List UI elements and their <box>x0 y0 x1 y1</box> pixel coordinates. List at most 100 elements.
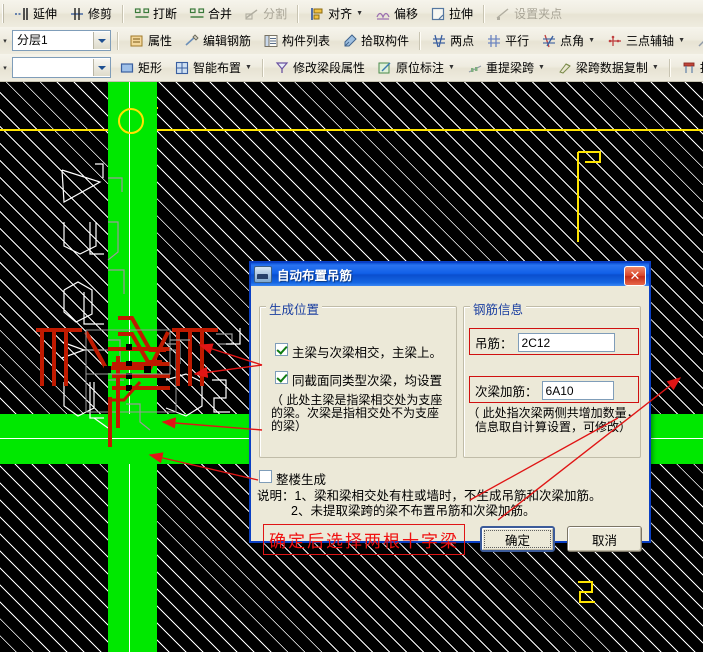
toolbar-button-two-point-label: 两点 <box>450 32 474 49</box>
edit-rebar-icon <box>184 33 200 49</box>
toolbar-button-copy-span-data-label: 梁跨数据复制 <box>576 59 648 76</box>
chevron-down-icon[interactable] <box>93 32 110 49</box>
toolbar-button-batch-identify-support[interactable]: 批量识别梁支座 <box>676 56 703 79</box>
checkbox-same-section-row[interactable]: 同截面同类型次梁，均设置 <box>275 370 442 389</box>
toolbar-button-trim[interactable]: 修剪 <box>64 2 117 25</box>
pick-component-icon <box>342 33 358 49</box>
toolbar-row-beam: ▾ 矩形 智能布置 ▼ 修改梁段属性 <box>0 54 703 82</box>
split-icon <box>244 6 260 22</box>
toolbar-separator <box>483 5 485 23</box>
toolbar-button-parallel[interactable]: 平行 <box>481 29 534 52</box>
toolbar-button-point-angle[interactable]: 点角 ▼ <box>536 29 600 52</box>
chevron-down-icon[interactable]: ▼ <box>652 64 659 71</box>
chevron-down-icon[interactable]: ▼ <box>448 64 455 71</box>
field-hanging-rebar-input[interactable] <box>518 333 615 352</box>
overflow-arrow-icon[interactable]: ▾ <box>0 64 10 72</box>
toolbar-button-split-label: 分割 <box>263 5 287 22</box>
toolbar-button-component-list[interactable]: 构件列表 <box>258 29 335 52</box>
toolbar-button-pick-component-label: 拾取构件 <box>361 32 409 49</box>
delete-axis-icon <box>697 33 703 49</box>
toolbar-button-in-situ-annotation-label: 原位标注 <box>396 59 444 76</box>
field-secondary-rebar-label: 次梁加筋： <box>475 381 538 400</box>
overflow-arrow-icon[interactable]: ▾ <box>0 37 10 45</box>
toolbar-button-edit-rebar-label: 编辑钢筋 <box>203 32 251 49</box>
toolbar-button-break-label: 打断 <box>153 5 177 22</box>
re-extract-span-icon <box>467 60 483 76</box>
batch-identify-support-icon <box>681 60 697 76</box>
toolbar-button-set-grip[interactable]: 设置夹点 <box>490 2 567 25</box>
field-secondary-rebar-input[interactable] <box>542 381 614 400</box>
toolbar-separator <box>262 59 264 77</box>
offset-icon <box>375 6 391 22</box>
merge-icon <box>189 6 205 22</box>
annotation-callout: 确定后选择两根十字梁 <box>263 524 465 555</box>
toolbar-button-stretch-label: 拉伸 <box>449 5 473 22</box>
chevron-down-icon[interactable]: ▼ <box>588 37 595 44</box>
toolbar-button-merge[interactable]: 合并 <box>184 2 237 25</box>
checkbox-same-section[interactable] <box>275 371 288 384</box>
toolbar-button-set-grip-label: 设置夹点 <box>514 5 562 22</box>
chevron-down-icon[interactable]: ▼ <box>356 10 363 17</box>
toolbar-button-split[interactable]: 分割 <box>239 2 292 25</box>
checkbox-main-beam-label: 主梁与次梁相交，主梁上。 <box>292 342 442 361</box>
layer-combo-value: 分层1 <box>13 32 93 49</box>
toolbar-button-copy-span-data[interactable]: 梁跨数据复制 ▼ <box>552 56 664 79</box>
toolbar-button-extend[interactable]: 延伸 <box>9 2 62 25</box>
toolbar-button-component-list-label: 构件列表 <box>282 32 330 49</box>
beam-vertical[interactable] <box>108 82 157 652</box>
toolbar-separator <box>122 5 124 23</box>
toolbar-button-three-point-axis[interactable]: 三点辅轴 ▼ <box>602 29 690 52</box>
two-point-icon <box>431 33 447 49</box>
toolbar-button-pick-component[interactable]: 拾取构件 <box>337 29 414 52</box>
close-icon[interactable]: ✕ <box>624 266 646 286</box>
beam-type-combo[interactable] <box>12 57 111 78</box>
toolbar-separator <box>117 32 119 50</box>
chevron-down-icon[interactable]: ▼ <box>678 37 685 44</box>
group-generate-position-title: 生成位置 <box>266 299 322 318</box>
parallel-icon <box>486 33 502 49</box>
toolbar-button-edit-rebar[interactable]: 编辑钢筋 <box>179 29 256 52</box>
toolbar-button-align[interactable]: 对齐 ▼ <box>304 2 368 25</box>
toolbar-button-offset[interactable]: 偏移 <box>370 2 423 25</box>
field-hanging-rebar-label: 吊筋： <box>475 333 513 352</box>
toolbar-button-in-situ-annotation[interactable]: 原位标注 ▼ <box>372 56 460 79</box>
dialog-title-bar[interactable]: 自动布置吊筋 ✕ <box>249 261 651 286</box>
checkbox-whole-building-label: 整楼生成 <box>276 469 326 488</box>
toolbar-button-delete-axis[interactable]: 删除辅轴 <box>692 29 703 52</box>
beam-horizontal[interactable] <box>0 414 260 464</box>
toolbar-grip[interactable] <box>2 4 6 23</box>
toolbar-button-three-point-axis-label: 三点辅轴 <box>626 32 674 49</box>
chevron-down-icon[interactable]: ▼ <box>245 64 252 71</box>
toolbar-button-point-angle-label: 点角 <box>560 32 584 49</box>
toolbar-button-stretch[interactable]: 拉伸 <box>425 2 478 25</box>
ok-button[interactable]: 确定 <box>480 526 555 552</box>
app-icon <box>254 266 272 283</box>
toolbar-separator <box>669 59 671 77</box>
toolbar-button-break[interactable]: 打断 <box>129 2 182 25</box>
checkbox-whole-building-row[interactable]: 整楼生成 <box>259 469 326 488</box>
toolbar-button-smart-layout-label: 智能布置 <box>193 59 241 76</box>
toolbar-button-edit-beam-segment[interactable]: 修改梁段属性 <box>269 56 370 79</box>
dialog-body: 生成位置 主梁与次梁相交，主梁上。 同截面同类型次梁，均设置 （ 此处主梁是指梁… <box>251 286 649 541</box>
toolbar-button-smart-layout[interactable]: 智能布置 ▼ <box>169 56 257 79</box>
property-icon <box>129 33 145 49</box>
toolbar-button-align-label: 对齐 <box>328 5 352 22</box>
copy-span-data-icon <box>557 60 573 76</box>
cancel-button[interactable]: 取消 <box>567 526 642 552</box>
toolbar-button-trim-label: 修剪 <box>88 5 112 22</box>
group-generate-position-note-line3: 的梁） <box>271 420 307 433</box>
layer-combo[interactable]: 分层1 <box>12 30 111 51</box>
checkbox-main-beam-row[interactable]: 主梁与次梁相交，主梁上。 <box>275 342 442 361</box>
toolbar-button-property[interactable]: 属性 <box>124 29 177 52</box>
chevron-down-icon[interactable] <box>93 59 110 76</box>
checkbox-whole-building[interactable] <box>259 470 272 483</box>
field-hanging-rebar[interactable]: 吊筋： <box>475 333 615 352</box>
chevron-down-icon[interactable]: ▼ <box>538 64 545 71</box>
field-secondary-rebar[interactable]: 次梁加筋： <box>475 381 614 400</box>
toolbar-button-re-extract-span[interactable]: 重提梁跨 ▼ <box>462 56 550 79</box>
stretch-icon <box>430 6 446 22</box>
toolbar-button-rectangle[interactable]: 矩形 <box>114 56 167 79</box>
toolbar-button-two-point[interactable]: 两点 <box>426 29 479 52</box>
checkbox-main-beam[interactable] <box>275 343 288 356</box>
auto-hanging-rebar-dialog[interactable]: 自动布置吊筋 ✕ 生成位置 主梁与次梁相交，主梁上。 同截面同类型次梁，均设置 … <box>249 263 651 543</box>
